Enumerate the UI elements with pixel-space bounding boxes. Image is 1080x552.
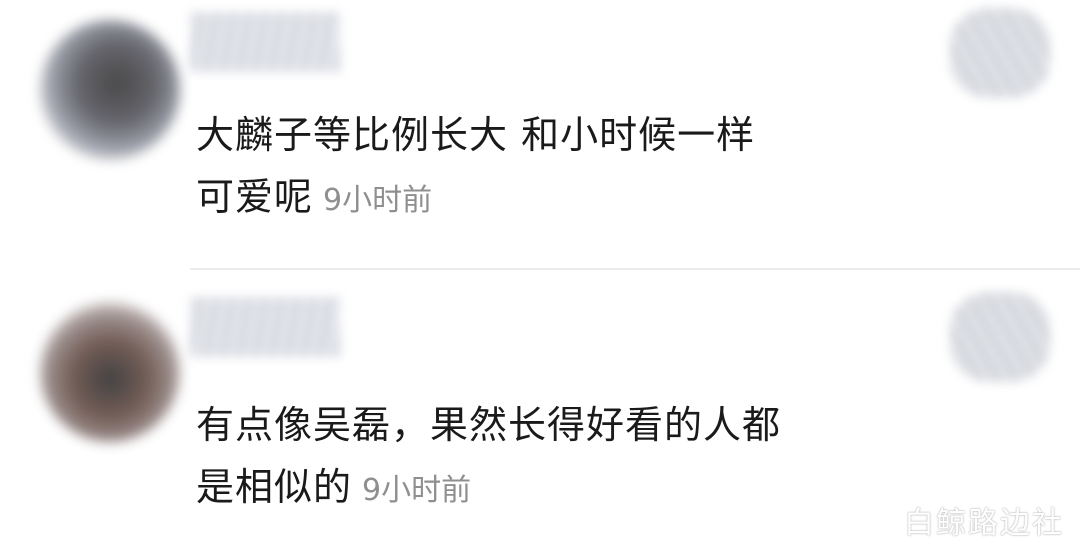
comment-text-line-2: 可爱呢 [196, 175, 314, 219]
comment-text: 有点像吴磊，果然长得好看的人都 是相似的 9小时前 [196, 394, 916, 522]
comment-text: 大麟子等比例长大 和小时候一样 可爱呢 9小时前 [196, 104, 916, 232]
username-blurred[interactable] [190, 297, 340, 357]
divider [190, 268, 1080, 270]
username-blurred[interactable] [190, 12, 340, 72]
comment-timestamp: 9小时前 [362, 473, 472, 508]
comment-item: 大麟子等比例长大 和小时候一样 可爱呢 9小时前 [0, 0, 1080, 270]
comment-text-line: 大麟子等比例长大 和小时候一样 [196, 113, 756, 157]
comment-text-line: 有点像吴磊，果然长得好看的人都 [196, 403, 782, 447]
comment-timestamp: 9小时前 [323, 183, 433, 218]
comment-text-line-2: 是相似的 [196, 465, 353, 509]
comment-text-line: 可爱呢 9小时前 [196, 166, 916, 232]
avatar[interactable] [40, 302, 180, 442]
like-icon[interactable] [950, 292, 1050, 382]
like-icon[interactable] [950, 8, 1050, 98]
avatar[interactable] [40, 20, 180, 160]
comment-text-line: 是相似的 9小时前 [196, 456, 916, 522]
watermark: 白鲸路边社 [904, 506, 1064, 541]
